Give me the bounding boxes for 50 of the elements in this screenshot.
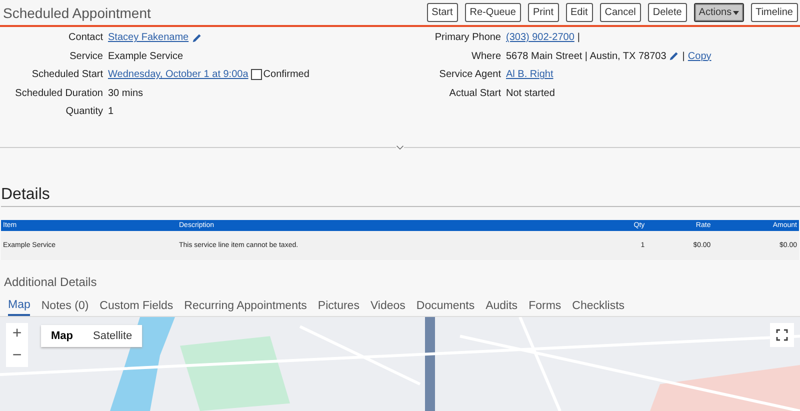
tab[interactable]: Documents <box>416 299 475 316</box>
fullscreen-button[interactable] <box>770 323 794 347</box>
field-value: | <box>577 32 580 43</box>
action-button[interactable]: Cancel <box>600 3 641 22</box>
value-link[interactable]: Copy <box>688 50 712 62</box>
section-heading: Details <box>1 186 800 207</box>
map-type-button[interactable]: Satellite <box>83 325 142 347</box>
field-label: Primary Phone <box>434 32 501 45</box>
field-label: Actual Start <box>448 88 501 100</box>
fullscreen-icon <box>776 329 788 341</box>
action-button[interactable]: Print <box>528 3 558 22</box>
field-value: 5678 Main Street | Austin, TX 78703 <box>506 50 666 62</box>
tab[interactable]: Checklists <box>572 299 625 316</box>
tab[interactable]: Audits <box>486 299 518 316</box>
field-value: | <box>682 50 685 62</box>
action-button[interactable]: Timeline <box>750 3 798 22</box>
field-value: 1 <box>108 106 114 117</box>
page-title: Scheduled Appointment <box>3 4 151 20</box>
tab[interactable]: Notes (0) <box>41 299 89 316</box>
tab[interactable]: Pictures <box>318 299 360 316</box>
tab[interactable]: Recurring Appointments <box>184 299 307 316</box>
field-label: Contact <box>68 32 103 45</box>
pencil-icon[interactable] <box>192 32 202 42</box>
field-value: 30 mins <box>108 88 144 98</box>
section-heading: Additional Details <box>4 275 98 289</box>
value-link[interactable]: (303) 902-2700 <box>506 32 574 43</box>
caret-icon <box>732 11 739 15</box>
actions-dropdown[interactable]: Actions <box>694 3 744 22</box>
tab[interactable]: Custom Fields <box>100 299 174 316</box>
field-value: Example Service <box>108 50 184 62</box>
map-type-button[interactable]: Map <box>41 325 83 347</box>
action-button[interactable]: Edit <box>566 3 593 22</box>
value-link[interactable]: Stacey Fakename <box>108 32 189 43</box>
field-label: Where <box>470 50 501 64</box>
tab[interactable]: Videos <box>370 299 406 316</box>
pencil-icon[interactable] <box>669 51 680 61</box>
field-label: Scheduled Start <box>30 69 103 82</box>
action-button[interactable]: Delete <box>648 3 687 22</box>
value-link[interactable]: Al B. Right <box>506 69 554 80</box>
field-label: Quantity <box>64 106 103 119</box>
confirmed-checkbox[interactable]: Confirmed <box>251 69 310 80</box>
chevron-down-icon[interactable] <box>396 145 404 150</box>
field-label: Scheduled Duration <box>14 88 103 100</box>
action-button[interactable]: Start <box>426 3 458 22</box>
action-button[interactable]: Re-Queue <box>464 3 521 22</box>
field-label: Service <box>68 50 103 64</box>
field-value: Not started <box>506 88 555 98</box>
value-link[interactable]: Wednesday, October 1 at 9:00a <box>108 69 248 80</box>
tab[interactable]: Forms <box>528 299 562 316</box>
field-label: Service Agent <box>438 69 501 82</box>
